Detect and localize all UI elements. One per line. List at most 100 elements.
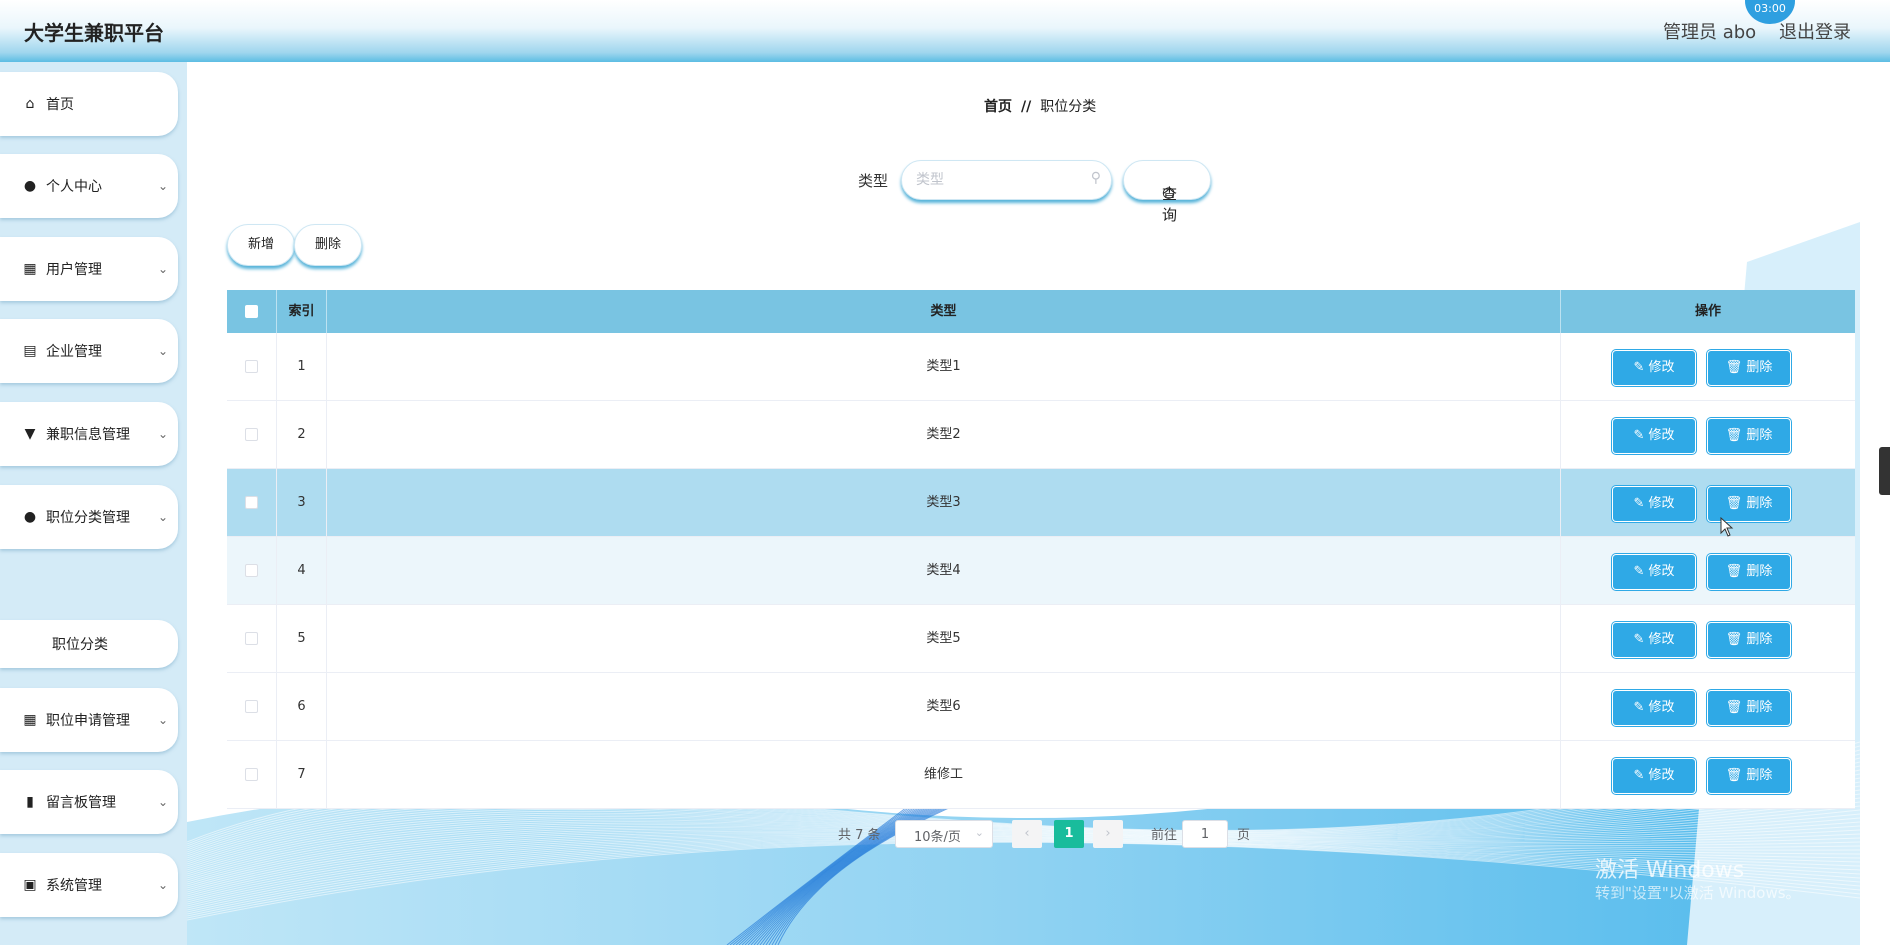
chevron-down-icon: ⌄: [974, 826, 984, 839]
sidebar-item-6[interactable]: ● 职位分类管理 ⌄: [0, 485, 178, 549]
edit-button[interactable]: ✎ 修改: [1613, 759, 1695, 793]
sidebar-item-label: 兼职信息管理: [46, 427, 130, 443]
row-select-cell[interactable]: [227, 673, 277, 741]
delete-button[interactable]: 🗑 删除: [1708, 351, 1790, 385]
trash-icon: 🗑: [1725, 632, 1743, 647]
row-checkbox[interactable]: [245, 360, 258, 373]
type-search-input[interactable]: [916, 170, 1076, 190]
row-actions: ✎ 修改 🗑 删除: [1561, 537, 1855, 605]
delete-button-label: 删除: [1746, 564, 1773, 579]
chevron-down-icon: ⌄: [157, 262, 168, 276]
edit-button[interactable]: ✎ 修改: [1613, 555, 1695, 589]
sidebar-item-label: 个人中心: [46, 179, 102, 195]
type-search-field[interactable]: ⚲: [901, 160, 1112, 200]
search-icon: ⚲: [1090, 170, 1101, 186]
chevron-down-icon: ⌄: [157, 510, 168, 524]
table-row[interactable]: 4 类型4 ✎ 修改 🗑 删除: [227, 537, 1855, 605]
table-header: 索引 类型 操作: [227, 290, 1855, 333]
row-checkbox[interactable]: [245, 768, 258, 781]
table-row[interactable]: 1 类型1 ✎ 修改 🗑 删除: [227, 333, 1855, 401]
sidebar-item-4[interactable]: ▤ 企业管理 ⌄: [0, 319, 178, 383]
top-header: 大学生兼职平台 管理员 abo 03:00 退出登录: [0, 0, 1890, 62]
chevron-down-icon: ⌄: [157, 344, 168, 358]
row-actions: ✎ 修改 🗑 删除: [1561, 605, 1855, 673]
delete-button-label: 删除: [1746, 768, 1773, 783]
row-checkbox[interactable]: [245, 496, 258, 509]
page-suffix-label: 页: [1237, 828, 1251, 843]
edit-icon: ✎: [1633, 564, 1645, 579]
row-select-cell[interactable]: [227, 537, 277, 605]
sidebar-subitem-label: 职位分类: [52, 637, 108, 653]
edit-button-label: 修改: [1648, 428, 1675, 443]
home-icon: ⌂: [25, 96, 35, 112]
sidebar-item-1[interactable]: ⌂ 首页: [0, 72, 178, 136]
trash-icon: 🗑: [1725, 496, 1743, 511]
breadcrumb-home[interactable]: 首页: [984, 99, 1012, 115]
row-checkbox[interactable]: [245, 564, 258, 577]
edit-button[interactable]: ✎ 修改: [1613, 351, 1695, 385]
sidebar-item-5[interactable]: ▼ 兼职信息管理 ⌄: [0, 402, 178, 466]
app-title: 大学生兼职平台: [24, 21, 164, 45]
next-page-button[interactable]: ›: [1093, 820, 1123, 848]
sidebar-item-3[interactable]: ▦ 用户管理 ⌄: [0, 237, 178, 301]
sidebar-item-2[interactable]: ● 个人中心 ⌄: [0, 154, 178, 218]
delete-button[interactable]: 🗑 删除: [1708, 623, 1790, 657]
sidebar-item-7[interactable]: ▦ 职位申请管理 ⌄: [0, 688, 178, 752]
table-row[interactable]: 3 类型3 ✎ 修改 🗑 删除: [227, 469, 1855, 537]
edit-icon: ✎: [1633, 496, 1645, 511]
delete-button[interactable]: 🗑 删除: [1708, 759, 1790, 793]
side-scroll-handle[interactable]: [1879, 447, 1890, 495]
sidebar-item-label: 留言板管理: [46, 795, 116, 811]
edit-button[interactable]: ✎ 修改: [1613, 691, 1695, 725]
edit-button[interactable]: ✎ 修改: [1613, 419, 1695, 453]
row-type: 类型4: [327, 537, 1561, 605]
sidebar-subitem-category[interactable]: 职位分类: [0, 620, 178, 668]
breadcrumb-current: 职位分类: [1040, 99, 1097, 115]
row-select-cell[interactable]: [227, 401, 277, 469]
table-row[interactable]: 5 类型5 ✎ 修改 🗑 删除: [227, 605, 1855, 673]
edit-button[interactable]: ✎ 修改: [1613, 623, 1695, 657]
goto-page-input[interactable]: [1182, 820, 1228, 848]
logout-link[interactable]: 退出登录: [1779, 18, 1851, 44]
row-select-cell[interactable]: [227, 333, 277, 401]
query-button[interactable]: 查询 ○: [1123, 160, 1211, 224]
edit-icon: ✎: [1633, 632, 1645, 647]
table-row[interactable]: 7 维修工 ✎ 修改 🗑 删除: [227, 741, 1855, 809]
row-actions: ✎ 修改 🗑 删除: [1561, 741, 1855, 809]
prev-page-button[interactable]: ‹: [1012, 820, 1042, 848]
column-header-type: 类型: [327, 290, 1561, 333]
sidebar-item-label: 系统管理: [46, 878, 102, 894]
row-checkbox[interactable]: [245, 428, 258, 441]
row-actions: ✎ 修改 🗑 删除: [1561, 333, 1855, 401]
sidebar: ⌂ 首页 ● 个人中心 ⌄ ▦ 用户管理 ⌄ ▤ 企业管理 ⌄ ▼ 兼职信息管理 ⌄ ● 职位分类管理 ⌄ ▦ 职位…: [0, 62, 187, 945]
select-all-checkbox[interactable]: [245, 305, 258, 318]
delete-button[interactable]: 🗑 删除: [1708, 419, 1790, 453]
sidebar-item-label: 企业管理: [46, 344, 102, 360]
page-number-current[interactable]: 1: [1054, 820, 1084, 848]
goto-label: 前往: [1151, 828, 1178, 843]
calendar-x-icon: ▣: [23, 877, 37, 893]
select-all-cell[interactable]: [227, 290, 277, 333]
row-type: 类型1: [327, 333, 1561, 401]
batch-delete-button[interactable]: 删除: [294, 224, 362, 266]
sidebar-item-8[interactable]: ▮ 留言板管理 ⌄: [0, 770, 178, 834]
row-select-cell[interactable]: [227, 741, 277, 809]
chevron-down-icon: ⌄: [157, 427, 168, 441]
add-button[interactable]: 新增: [227, 224, 295, 266]
page-size-select[interactable]: 10条/页 ⌄: [895, 820, 993, 848]
edit-button-label: 修改: [1648, 768, 1675, 783]
edit-icon: ✎: [1633, 360, 1645, 375]
row-select-cell[interactable]: [227, 605, 277, 673]
row-select-cell[interactable]: [227, 469, 277, 537]
delete-button[interactable]: 🗑 删除: [1708, 555, 1790, 589]
delete-button[interactable]: 🗑 删除: [1708, 691, 1790, 725]
delete-button[interactable]: 🗑 删除: [1708, 487, 1790, 521]
sidebar-item-label: 用户管理: [46, 262, 102, 278]
row-checkbox[interactable]: [245, 700, 258, 713]
row-index: 5: [277, 605, 327, 673]
table-row[interactable]: 2 类型2 ✎ 修改 🗑 删除: [227, 401, 1855, 469]
table-row[interactable]: 6 类型6 ✎ 修改 🗑 删除: [227, 673, 1855, 741]
sidebar-item-9[interactable]: ▣ 系统管理 ⌄: [0, 853, 178, 917]
row-checkbox[interactable]: [245, 632, 258, 645]
edit-button[interactable]: ✎ 修改: [1613, 487, 1695, 521]
